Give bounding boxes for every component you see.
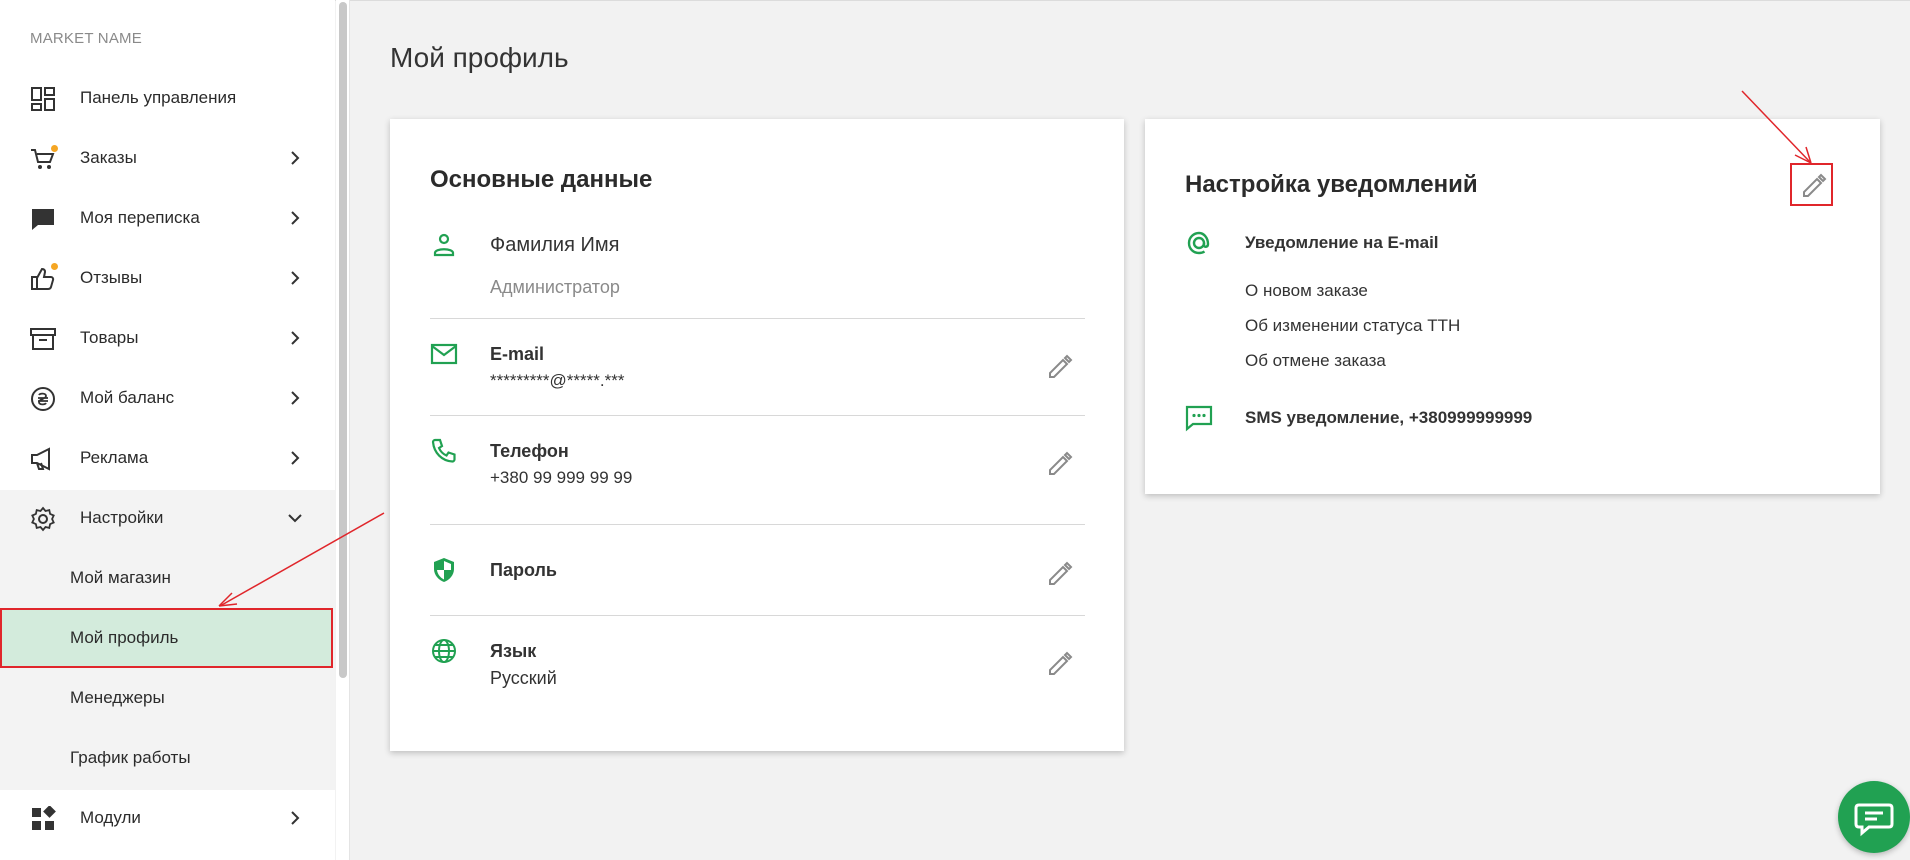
dashboard-icon [31, 87, 55, 111]
sidebar-item-ads[interactable]: Реклама [0, 428, 335, 488]
sidebar-item-label: Мой баланс [80, 388, 175, 407]
edit-language-button[interactable] [1044, 647, 1076, 679]
page-title: Мой профиль [390, 42, 569, 73]
gear-icon [31, 506, 55, 532]
edit-password-button[interactable] [1044, 557, 1076, 589]
sidebar-item-reviews[interactable]: Отзывы [0, 248, 335, 308]
chevron-right-icon [291, 811, 300, 825]
email-notifications-title: Уведомление на E-mail [1245, 233, 1439, 252]
language-label: Язык [490, 641, 537, 661]
card-title: Основные данные [430, 166, 653, 193]
sms-notification-title: SMS уведомление, +380999999999 [1245, 408, 1533, 427]
chat-support-button[interactable] [1838, 781, 1910, 853]
widgets-icon [32, 806, 56, 830]
sms-icon [1185, 405, 1213, 432]
chevron-right-icon [291, 151, 300, 165]
chevron-right-icon [291, 391, 300, 405]
sidebar-subitem-label: Мой магазин [70, 568, 171, 587]
shield-icon [434, 558, 454, 582]
chevron-right-icon [291, 451, 300, 465]
chevron-right-icon [291, 211, 300, 225]
user-role: Администратор [490, 277, 620, 297]
sidebar-subitem-my-profile[interactable]: Мой профиль [0, 608, 333, 668]
archive-box-icon [30, 328, 56, 350]
sidebar-item-modules[interactable]: Модули [0, 788, 335, 848]
divider [430, 524, 1085, 525]
badge-dot [50, 144, 59, 153]
password-label: Пароль [490, 560, 557, 580]
sidebar-item-label: Реклама [80, 448, 149, 467]
sidebar-item-messages[interactable]: Моя переписка [0, 188, 335, 248]
notifications-card: Настройка уведомлений Уведомление на E-m… [1145, 119, 1880, 494]
phone-icon [431, 438, 456, 463]
divider [430, 615, 1085, 616]
at-sign-icon [1187, 231, 1210, 255]
card-title: Настройка уведомлений [1185, 171, 1478, 198]
phone-label: Телефон [490, 441, 569, 461]
hryvnia-coin-icon [31, 387, 55, 411]
megaphone-icon [31, 447, 50, 471]
sidebar-subitem-managers[interactable]: Менеджеры [0, 668, 335, 728]
mail-icon [430, 343, 458, 365]
chat-bubble-icon [32, 209, 54, 230]
sidebar-item-label: Модули [80, 808, 141, 827]
chat-icon [1854, 803, 1894, 837]
sidebar-item-label: Заказы [80, 148, 137, 167]
sidebar-item-balance[interactable]: Мой баланс [0, 368, 335, 428]
phone-value: +380 99 999 99 99 [490, 468, 633, 487]
sidebar-item-label: Отзывы [80, 268, 143, 287]
sidebar-subitem-my-shop[interactable]: Мой магазин [0, 548, 335, 608]
sidebar-item-label: Моя переписка [80, 208, 200, 227]
language-value: Русский [490, 668, 557, 688]
sidebar-item-label: Настройки [80, 508, 164, 527]
annotation-highlight-box [1790, 163, 1833, 206]
sidebar-item-products[interactable]: Товары [0, 308, 335, 368]
divider [430, 415, 1085, 416]
sidebar-scrollbar-thumb[interactable] [339, 2, 347, 678]
sidebar-subitem-label: Менеджеры [70, 688, 165, 707]
email-label: E-mail [490, 344, 545, 364]
sidebar-item-label: Панель управления [80, 88, 237, 107]
sidebar-item-dashboard[interactable]: Панель управления [0, 68, 335, 128]
notification-item: Об изменении статуса ТТН [1245, 316, 1461, 335]
divider [430, 318, 1085, 319]
chevron-right-icon [291, 331, 300, 345]
user-full-name: Фамилия Имя [490, 234, 620, 256]
sidebar-subitem-label: График работы [70, 748, 191, 767]
badge-dot [50, 262, 59, 271]
sidebar-subitem-schedule[interactable]: График работы [0, 728, 335, 788]
chevron-down-icon [288, 514, 302, 523]
basic-data-card: Основные данные Фамилия Имя Администрато… [390, 119, 1124, 751]
chevron-right-icon [291, 271, 300, 285]
notification-item: Об отмене заказа [1245, 351, 1386, 370]
sidebar: MARKET NAME Панель управления Заказы Моя… [0, 0, 335, 860]
sidebar-item-settings[interactable]: Настройки [0, 488, 335, 548]
globe-icon [432, 639, 456, 663]
edit-phone-button[interactable] [1044, 447, 1076, 479]
notification-item: О новом заказе [1245, 281, 1368, 300]
market-name: MARKET NAME [30, 30, 142, 47]
email-value: *********@*****.*** [490, 371, 625, 390]
sidebar-item-label: Товары [80, 328, 139, 347]
person-icon [433, 233, 455, 257]
edit-email-button[interactable] [1044, 350, 1076, 382]
sidebar-subitem-label: Мой профиль [70, 628, 179, 647]
sidebar-item-orders[interactable]: Заказы [0, 128, 335, 188]
